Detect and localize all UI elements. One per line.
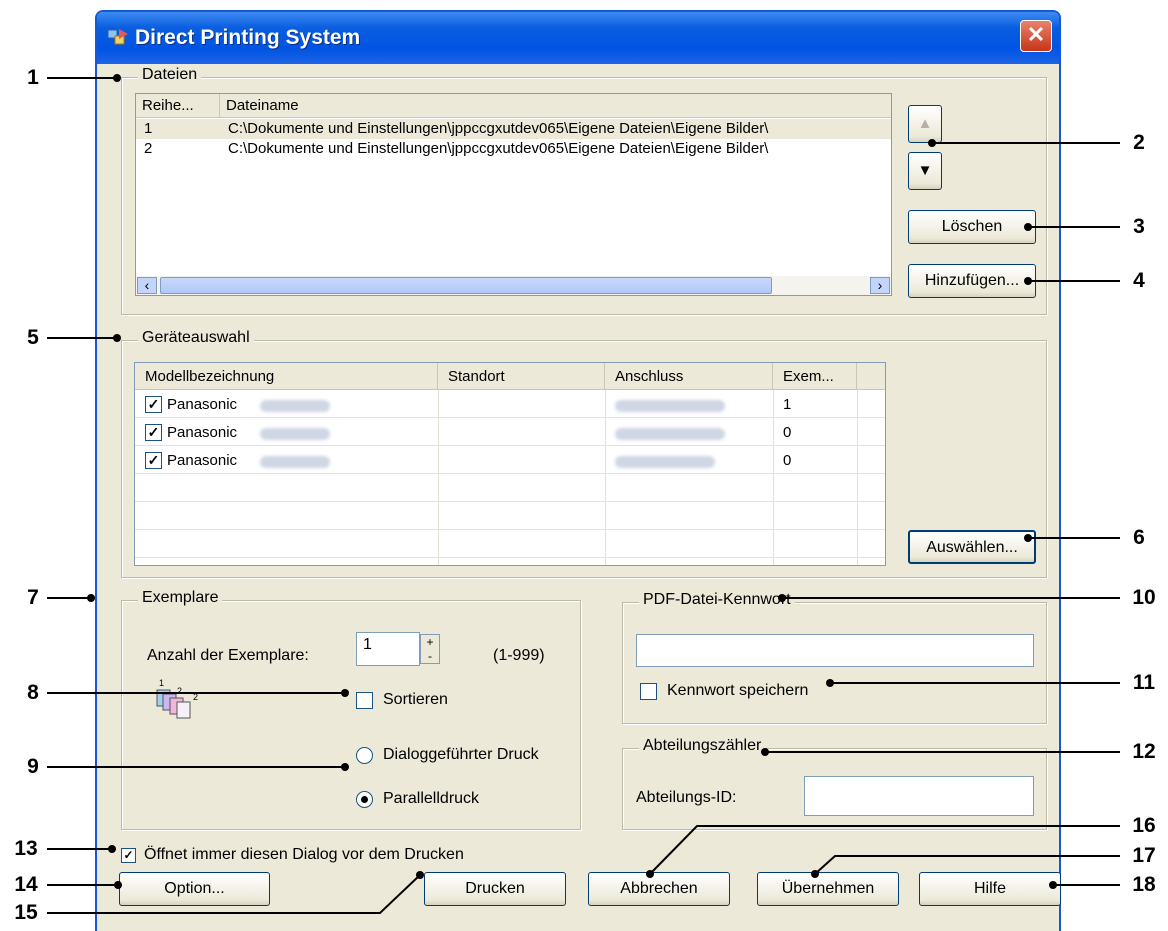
callout-7: 7 [27, 586, 39, 609]
callout-lines [47, 74, 1120, 914]
callout-15: 15 [14, 901, 38, 924]
callout-13: 13 [14, 837, 38, 860]
callout-14: 14 [14, 873, 38, 896]
callout-10: 10 [1132, 586, 1156, 609]
callout-9: 9 [27, 755, 39, 778]
callout-16: 16 [1132, 814, 1156, 837]
callout-6: 6 [1133, 526, 1145, 549]
callout-8: 8 [27, 681, 39, 704]
callout-17: 17 [1132, 844, 1156, 867]
callout-3: 3 [1133, 215, 1145, 238]
callout-5: 5 [27, 326, 39, 349]
callout-4: 4 [1133, 269, 1145, 292]
callout-12: 12 [1132, 740, 1156, 763]
callout-1: 1 [27, 66, 39, 89]
callout-18: 18 [1132, 873, 1156, 896]
callout-11: 11 [1132, 671, 1156, 694]
callout-2: 2 [1133, 131, 1145, 154]
